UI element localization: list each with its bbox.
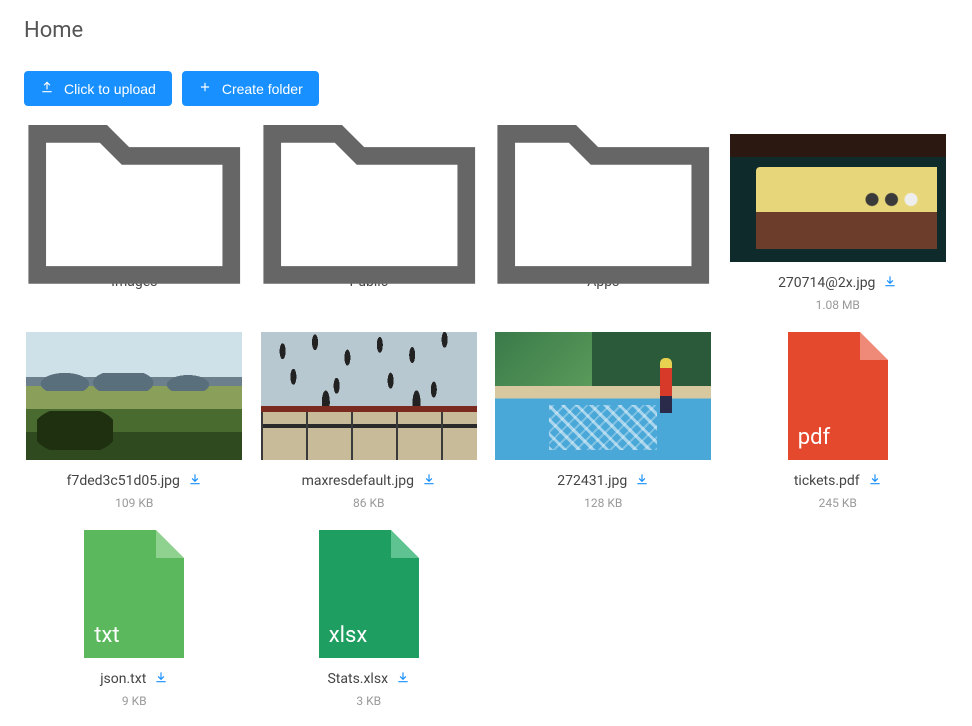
upload-button-label: Click to upload [64, 81, 156, 97]
file-item[interactable]: f7ded3c51d05.jpg 109 KB [24, 332, 245, 510]
item-name: 272431.jpg [557, 473, 627, 489]
folder-icon [24, 134, 245, 262]
item-name: f7ded3c51d05.jpg [67, 473, 180, 489]
upload-icon [40, 80, 54, 97]
folder-item[interactable]: Public [259, 134, 480, 312]
file-size: 245 KB [819, 496, 857, 510]
download-icon[interactable] [154, 670, 168, 688]
item-name: json.txt [100, 671, 146, 687]
image-thumbnail [24, 332, 245, 460]
folder-icon [259, 134, 480, 262]
image-thumbnail [728, 134, 949, 262]
download-icon[interactable] [422, 472, 436, 490]
file-icon: txt [24, 530, 245, 658]
download-icon[interactable] [188, 472, 202, 490]
file-size: 128 KB [584, 496, 622, 510]
file-grid: Images Public Apps 270714@2x.jpg [24, 134, 948, 708]
upload-button[interactable]: Click to upload [24, 71, 172, 106]
file-ext-label: xlsx [329, 623, 368, 648]
file-size: 109 KB [115, 496, 153, 510]
image-thumbnail [493, 332, 714, 460]
download-icon[interactable] [868, 472, 882, 490]
image-thumbnail [259, 332, 480, 460]
file-item[interactable]: txt json.txt 9 KB [24, 530, 245, 708]
item-name: 270714@2x.jpg [778, 275, 875, 291]
file-icon: xlsx [259, 530, 480, 658]
create-folder-button-label: Create folder [222, 81, 303, 97]
item-name: Stats.xlsx [327, 671, 388, 687]
create-folder-button[interactable]: Create folder [182, 71, 319, 106]
folder-icon [493, 134, 714, 262]
folder-item[interactable]: Images [24, 134, 245, 312]
item-name: tickets.pdf [794, 473, 860, 489]
page-title: Home [24, 18, 948, 43]
plus-icon [198, 80, 212, 97]
file-item[interactable]: maxresdefault.jpg 86 KB [259, 332, 480, 510]
file-item[interactable]: 272431.jpg 128 KB [493, 332, 714, 510]
file-ext-label: pdf [798, 425, 830, 450]
file-item[interactable]: pdf tickets.pdf 245 KB [728, 332, 949, 510]
file-size: 86 KB [353, 496, 384, 510]
action-bar: Click to upload Create folder [24, 71, 948, 106]
file-item[interactable]: 270714@2x.jpg 1.08 MB [728, 134, 949, 312]
file-icon: pdf [728, 332, 949, 460]
download-icon[interactable] [635, 472, 649, 490]
download-icon[interactable] [396, 670, 410, 688]
folder-item[interactable]: Apps [493, 134, 714, 312]
file-size: 1.08 MB [816, 298, 860, 312]
download-icon[interactable] [883, 274, 897, 292]
file-item[interactable]: xlsx Stats.xlsx 3 KB [259, 530, 480, 708]
file-ext-label: txt [94, 623, 119, 648]
item-name: maxresdefault.jpg [302, 473, 414, 489]
